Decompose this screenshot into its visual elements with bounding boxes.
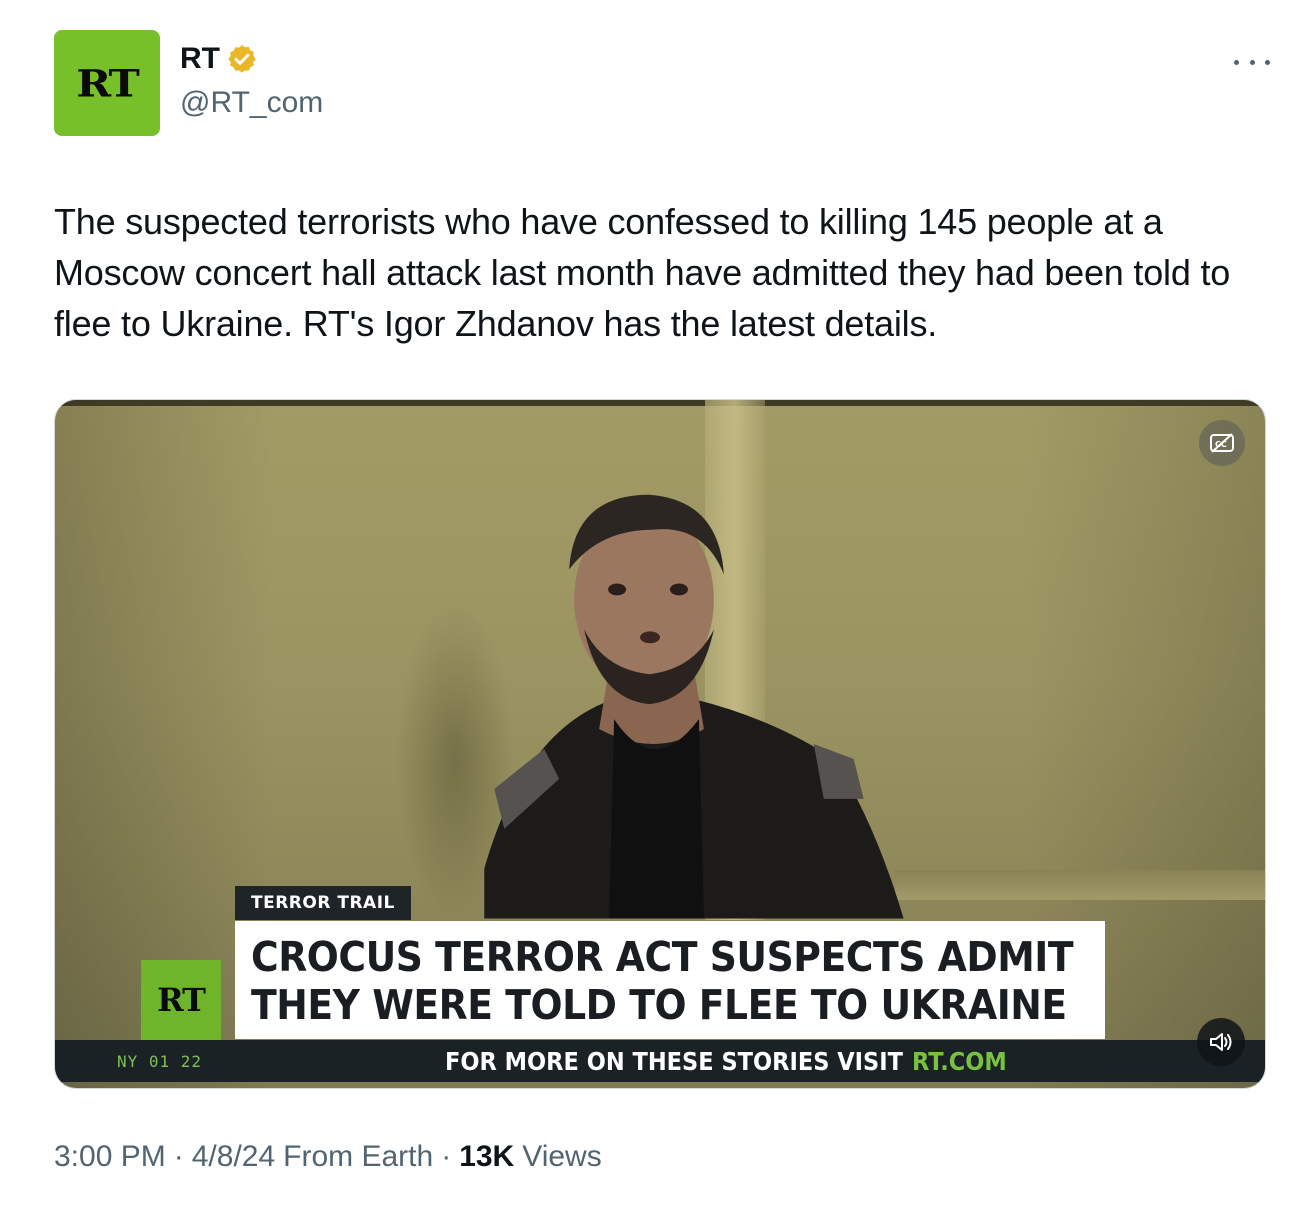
- ticker-clock: NY 01 22: [117, 1051, 203, 1071]
- tweet-source: From Earth: [283, 1140, 434, 1173]
- views-count[interactable]: 13K: [459, 1140, 514, 1174]
- channel-bug-logo: RT: [141, 960, 221, 1040]
- lower-third-headline: CROCUS TERROR ACT SUSPECTS ADMIT THEY WE…: [235, 921, 1105, 1039]
- ticker-text: FOR MORE ON THESE STORIES VISIT: [445, 1046, 903, 1076]
- verified-badge-icon[interactable]: [226, 43, 258, 75]
- headline-line-1: CROCUS TERROR ACT SUSPECTS ADMIT: [251, 933, 1074, 981]
- avatar-logo-text: RT: [76, 60, 139, 106]
- tweet-time[interactable]: 3:00 PM: [54, 1140, 166, 1174]
- volume-icon[interactable]: [1197, 1018, 1245, 1066]
- more-options-icon[interactable]: [1234, 50, 1270, 74]
- ticker-message: FOR MORE ON THESE STORIES VISIT RT.COM: [445, 1047, 1007, 1076]
- video-player[interactable]: CC TERROR TRAIL RT CROCUS TERROR ACT SUS…: [54, 399, 1266, 1089]
- avatar[interactable]: RT: [54, 30, 160, 136]
- lower-third-tag-text: TERROR TRAIL: [251, 893, 395, 913]
- channel-bug-text: RT: [157, 981, 206, 1019]
- display-name[interactable]: RT: [180, 42, 220, 76]
- headline-line-2: THEY WERE TOLD TO FLEE TO UKRAINE: [251, 981, 1067, 1029]
- author-handle[interactable]: @RT_com: [180, 86, 323, 120]
- author-name-row: RT: [180, 42, 258, 76]
- tweet-text: The suspected terrorists who have confes…: [54, 201, 1231, 344]
- ticker-link: RT.COM: [911, 1046, 1007, 1076]
- separator: ·: [441, 1140, 452, 1173]
- views-label[interactable]: Views: [522, 1140, 601, 1174]
- tweet-date[interactable]: 4/8/24: [192, 1140, 275, 1174]
- lower-third-tag: TERROR TRAIL: [235, 886, 411, 920]
- news-ticker: NY 01 22 FOR MORE ON THESE STORIES VISIT…: [55, 1040, 1265, 1082]
- tweet-meta: 3:00 PM · 4/8/24 From Earth · 13K Views: [54, 1140, 602, 1174]
- captions-off-icon[interactable]: CC: [1199, 420, 1245, 466]
- separator: ·: [173, 1140, 184, 1173]
